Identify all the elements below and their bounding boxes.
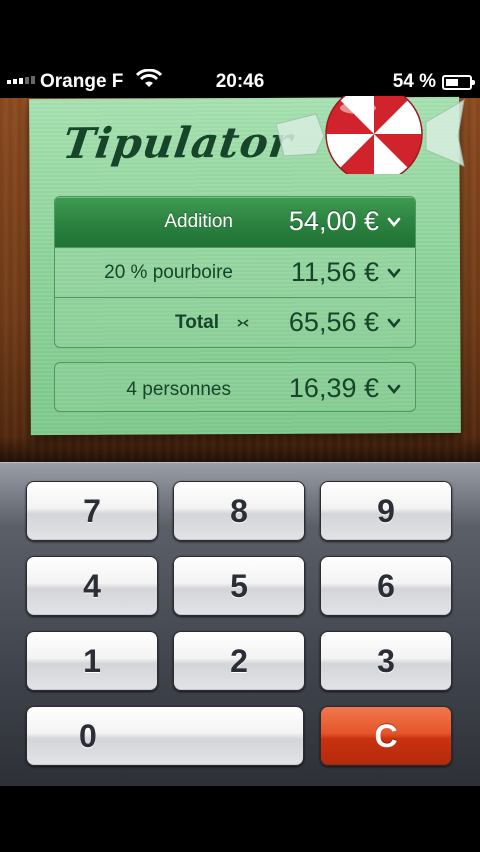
candy-icon [276,96,465,174]
status-bar: Orange F 20:46 54 % [0,64,480,98]
key-6[interactable]: 6 [320,556,452,616]
battery-icon [442,75,475,90]
total-label: Total [175,312,219,333]
bill-value: 54,00 € [288,206,379,236]
bill-label: Addition [164,211,233,232]
key-5[interactable]: 5 [173,556,305,616]
app-title: Tipulator [60,117,296,168]
key-8[interactable]: 8 [173,481,305,541]
key-9[interactable]: 9 [320,481,452,541]
key-4[interactable]: 4 [26,556,158,616]
key-1[interactable]: 1 [26,631,158,691]
battery-percentage: 54 % [392,71,436,92]
split-value: 16,39 € [288,373,379,403]
bill-row[interactable]: Addition 54,00 € [55,197,415,247]
round-icon [237,319,249,327]
total-row[interactable]: Total 65,56 € [55,297,415,347]
split-row[interactable]: 4 personnes 16,39 € [54,362,416,412]
keypad: 7 8 9 4 5 6 1 2 3 0 C [0,462,480,786]
total-value: 65,56 € [288,307,379,337]
bottom-bezel [0,786,480,852]
key-2[interactable]: 2 [173,631,305,691]
results-table: Addition 54,00 € 20 % pourboire 11,56 € … [54,196,416,348]
key-7[interactable]: 7 [26,481,158,541]
split-label: 4 personnes [126,379,231,400]
chevron-down-icon [387,217,401,228]
chevron-down-icon [387,268,401,279]
key-3[interactable]: 3 [320,631,452,691]
tip-label: 20 % pourboire [104,262,233,283]
tip-row[interactable]: 20 % pourboire 11,56 € [55,247,415,297]
key-0[interactable]: 0 [26,706,304,766]
tip-value: 11,56 € [290,257,379,287]
chevron-down-icon [387,384,401,395]
chevron-down-icon [387,318,401,329]
clear-button[interactable]: C [320,706,452,766]
